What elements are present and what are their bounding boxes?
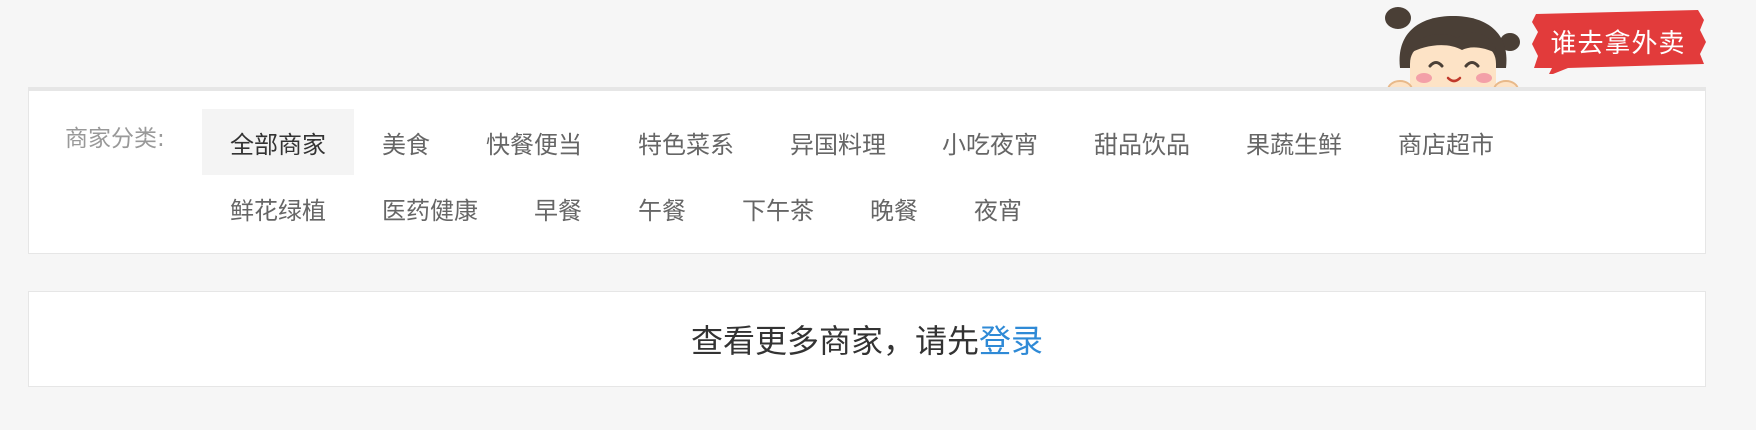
category-item[interactable]: 下午茶 (714, 175, 842, 241)
login-link[interactable]: 登录 (979, 316, 1043, 362)
girl-mascot-icon (1385, 7, 1520, 100)
category-filter-panel: 商家分类: 全部商家 美食 快餐便当 特色菜系 异国料理 小吃夜宵 甜品饮品 果… (28, 87, 1706, 254)
order-takeout-badge[interactable]: 谁去拿外卖 (1528, 8, 1708, 74)
category-item[interactable]: 异国料理 (762, 109, 914, 175)
category-item[interactable]: 医药健康 (354, 175, 506, 241)
category-item[interactable]: 全部商家 (202, 109, 354, 175)
category-grid: 全部商家 美食 快餐便当 特色菜系 异国料理 小吃夜宵 甜品饮品 果蔬生鲜 商店… (202, 109, 1662, 241)
category-item[interactable]: 商店超市 (1370, 109, 1522, 175)
page: 谁去拿外卖 商家分类: 全部商家 美食 快餐便当 特色菜系 异国料理 小吃夜宵 … (0, 0, 1756, 430)
login-prompt-panel: 查看更多商家，请先 登录 (28, 291, 1706, 387)
category-row: 全部商家 美食 快餐便当 特色菜系 异国料理 小吃夜宵 甜品饮品 果蔬生鲜 商店… (202, 109, 1662, 175)
category-item[interactable]: 小吃夜宵 (914, 109, 1066, 175)
login-prompt-text: 查看更多商家，请先 (690, 322, 979, 360)
category-item[interactable]: 快餐便当 (458, 109, 610, 175)
category-item[interactable]: 晚餐 (842, 175, 946, 241)
category-item[interactable]: 鲜花绿植 (202, 175, 354, 241)
category-item[interactable]: 特色菜系 (610, 109, 762, 175)
category-item[interactable]: 果蔬生鲜 (1218, 109, 1370, 175)
badge-text: 谁去拿外卖 (1550, 28, 1686, 59)
category-item[interactable]: 甜品饮品 (1066, 109, 1218, 175)
category-label: 商家分类: (65, 126, 165, 152)
category-item[interactable]: 早餐 (506, 175, 610, 241)
category-item[interactable]: 美食 (354, 109, 458, 175)
category-item[interactable]: 夜宵 (946, 175, 1050, 241)
category-item[interactable]: 午餐 (610, 175, 714, 241)
category-row: 鲜花绿植 医药健康 早餐 午餐 下午茶 晚餐 夜宵 (202, 175, 1662, 241)
